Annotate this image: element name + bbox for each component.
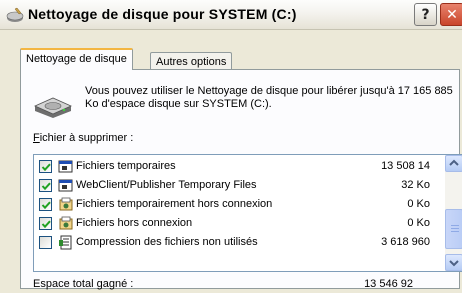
file-name: Fichiers temporairement hors connexion xyxy=(76,198,273,210)
list-item[interactable]: Fichiers temporaires 13 508 14 xyxy=(34,159,434,175)
window-title: Nettoyage de disque pour SYSTEM (C:) xyxy=(28,6,297,22)
chevron-down-icon xyxy=(449,260,459,267)
list-item[interactable]: WebClient/Publisher Temporary Files 32 K… xyxy=(34,178,434,194)
title-bar[interactable]: Nettoyage de disque pour SYSTEM (C:) ? ✕ xyxy=(0,0,462,30)
tab-disk-cleanup[interactable]: Nettoyage de disque xyxy=(20,48,133,70)
temp-file-icon xyxy=(58,179,73,192)
description-text: Vous pouvez utiliser le Nettoyage de dis… xyxy=(85,85,453,110)
file-size: 0 Ko xyxy=(407,198,430,210)
scroll-up-button[interactable] xyxy=(445,155,462,172)
scroll-thumb[interactable] xyxy=(445,209,462,249)
list-item[interactable]: Fichiers temporairement hors connexion 0… xyxy=(34,197,434,213)
file-checkbox[interactable] xyxy=(39,217,52,230)
file-checkbox[interactable] xyxy=(39,198,52,211)
file-checkbox[interactable] xyxy=(39,236,52,249)
offline-files-icon xyxy=(59,197,73,211)
file-size: 3 618 960 xyxy=(381,236,430,248)
total-space-label: Espace total gagné : xyxy=(33,278,134,290)
file-size: 0 Ko xyxy=(407,217,430,229)
tab-panel: Vous pouvez utiliser le Nettoyage de dis… xyxy=(20,69,462,290)
hard-disk-icon xyxy=(34,97,72,118)
list-item[interactable]: Fichiers hors connexion 0 Ko xyxy=(34,216,434,232)
disk-cleanup-app-icon xyxy=(6,7,24,22)
help-button[interactable]: ? xyxy=(414,3,437,26)
file-name: Fichiers temporaires xyxy=(76,160,176,172)
offline-files-icon xyxy=(59,216,73,230)
chevron-up-icon xyxy=(449,159,459,166)
files-list[interactable]: Fichiers temporaires 13 508 14 WebClient… xyxy=(33,154,462,272)
close-button[interactable]: ✕ xyxy=(440,3,462,26)
list-item[interactable]: Compression des fichiers non utilisés 3 … xyxy=(34,235,434,251)
file-name: Fichiers hors connexion xyxy=(76,217,193,229)
vertical-scrollbar[interactable] xyxy=(445,155,462,271)
compress-icon xyxy=(59,235,72,250)
file-name: Compression des fichiers non utilisés xyxy=(76,236,258,248)
file-size: 13 508 14 xyxy=(381,160,430,172)
file-name: WebClient/Publisher Temporary Files xyxy=(76,179,257,191)
file-size: 32 Ko xyxy=(401,179,430,191)
temp-file-icon xyxy=(58,160,73,173)
file-checkbox[interactable] xyxy=(39,160,52,173)
files-to-delete-label: Fichier à supprimer : xyxy=(33,132,134,144)
total-space-value: 13 546 92 xyxy=(364,278,413,290)
scroll-down-button[interactable] xyxy=(445,254,462,271)
file-checkbox[interactable] xyxy=(39,179,52,192)
